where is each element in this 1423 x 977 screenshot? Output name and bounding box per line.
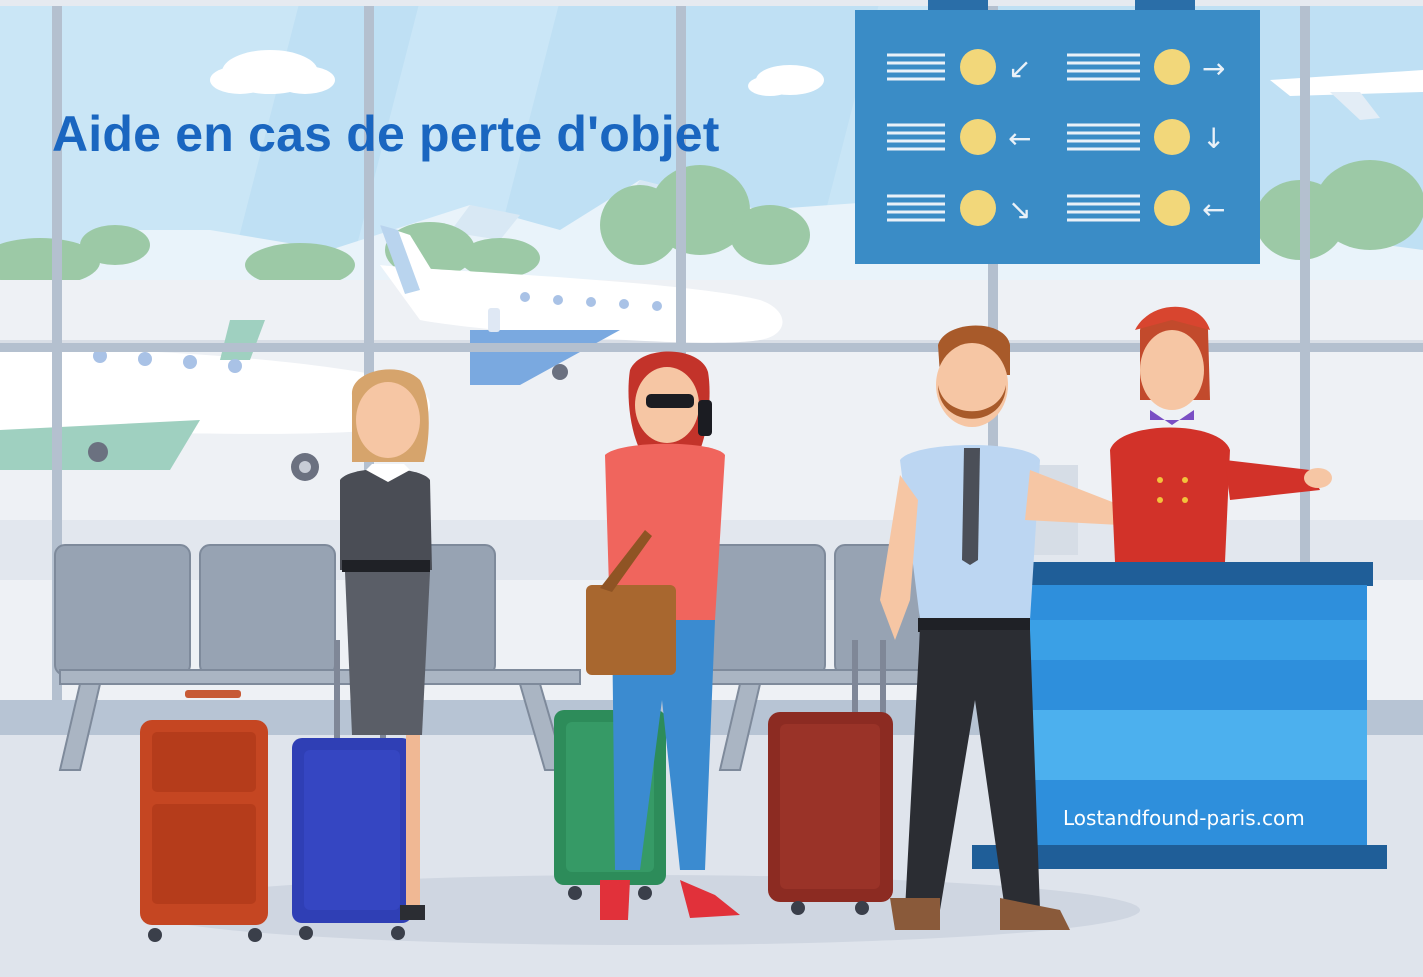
departures-board: ↙ → ← ↓ ↘ ← (855, 0, 1260, 264)
board-arrow-icon: → (1202, 52, 1225, 85)
board-arrow-icon: ↘ (1008, 193, 1031, 226)
board-arrow-icon: ↙ (1008, 52, 1031, 85)
headline: Aide en cas de perte d'objet (52, 106, 720, 162)
desk-url-label: Lostandfound-paris.com (1063, 806, 1305, 830)
suitcase-orange (140, 690, 268, 942)
airport-illustration: ↙ → ← ↓ ↘ ← Aide en cas de perte d'objet… (0, 0, 1423, 977)
board-arrow-icon: ↓ (1202, 122, 1225, 155)
board-arrow-icon: ← (1008, 122, 1031, 155)
board-arrow-icon: ← (1202, 193, 1225, 226)
